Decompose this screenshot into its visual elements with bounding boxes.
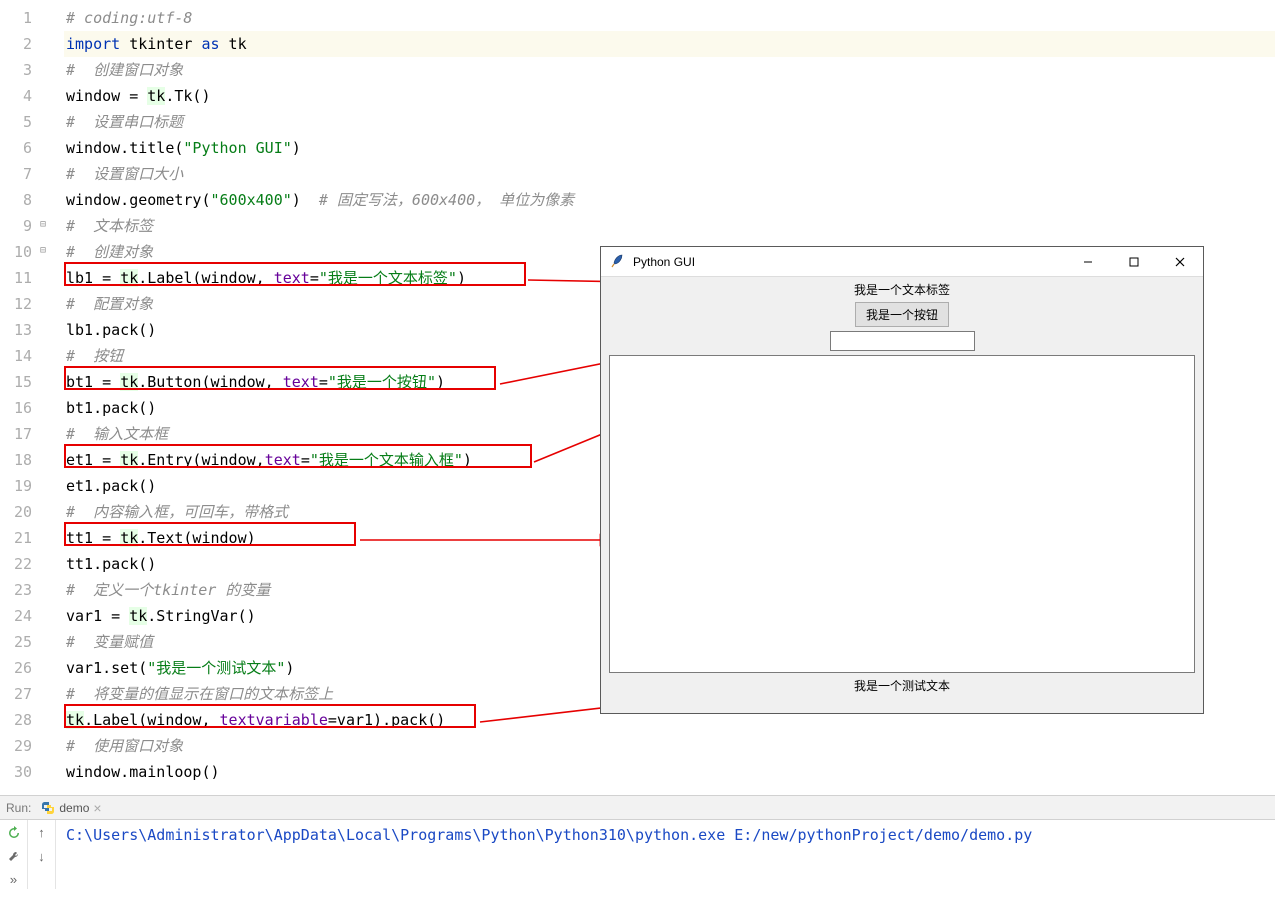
- line-number: 7: [0, 161, 32, 187]
- close-tab-icon[interactable]: ×: [93, 800, 101, 816]
- line-number: 26: [0, 655, 32, 681]
- tkinter-window[interactable]: Python GUI 我是一个文本标签 我是一个按钮 我是一个测试文本: [600, 246, 1204, 714]
- tk-window-title: Python GUI: [633, 255, 1065, 269]
- line-number: 16: [0, 395, 32, 421]
- code-line[interactable]: window.mainloop(): [64, 759, 1275, 785]
- line-number: 18: [0, 447, 32, 473]
- line-number: 21: [0, 525, 32, 551]
- code-line[interactable]: # 设置串口标题: [64, 109, 1275, 135]
- line-number: 20: [0, 499, 32, 525]
- editor-area: 1 2 3 4 5 6 7 8 9 10 11 12 13 14 15 16 1…: [0, 0, 1275, 795]
- wrench-icon[interactable]: [5, 848, 23, 866]
- up-arrow-icon[interactable]: ↑: [33, 824, 51, 842]
- line-number: 23: [0, 577, 32, 603]
- line-number: 13: [0, 317, 32, 343]
- minimize-button[interactable]: [1065, 247, 1111, 277]
- more-icon[interactable]: »: [5, 871, 23, 889]
- line-number: 17: [0, 421, 32, 447]
- console-toolbar-arrows: ↑ ↓: [28, 820, 56, 889]
- line-number: 12: [0, 291, 32, 317]
- line-number: 10: [0, 239, 32, 265]
- line-number: 29: [0, 733, 32, 759]
- tk-label: 我是一个文本标签: [854, 281, 950, 298]
- rerun-icon[interactable]: [5, 824, 23, 842]
- line-number: 25: [0, 629, 32, 655]
- run-toolbar: Run: demo ×: [0, 795, 1275, 819]
- code-line[interactable]: # 使用窗口对象: [64, 733, 1275, 759]
- console-toolbar-left: »: [0, 820, 28, 889]
- code-line[interactable]: import tkinter as tk: [64, 31, 1275, 57]
- line-number: 27: [0, 681, 32, 707]
- code-line[interactable]: # coding:utf-8: [64, 5, 1275, 31]
- line-number: 28: [0, 707, 32, 733]
- run-tab[interactable]: demo: [59, 801, 89, 815]
- line-number: 5: [0, 109, 32, 135]
- code-line[interactable]: window = tk.Tk(): [64, 83, 1275, 109]
- line-number: 3: [0, 57, 32, 83]
- console-output[interactable]: C:\Users\Administrator\AppData\Local\Pro…: [56, 820, 1275, 889]
- line-number: 24: [0, 603, 32, 629]
- line-number: 1: [0, 5, 32, 31]
- close-button[interactable]: [1157, 247, 1203, 277]
- tk-button[interactable]: 我是一个按钮: [855, 302, 949, 327]
- gutter: 1 2 3 4 5 6 7 8 9 10 11 12 13 14 15 16 1…: [0, 0, 40, 795]
- run-label: Run:: [6, 801, 31, 815]
- tk-body: 我是一个文本标签 我是一个按钮 我是一个测试文本: [601, 277, 1203, 713]
- line-number: 14: [0, 343, 32, 369]
- line-number: 22: [0, 551, 32, 577]
- line-number: 30: [0, 759, 32, 785]
- fold-column: ⊟⊟: [40, 0, 64, 795]
- tk-feather-icon: [609, 253, 627, 271]
- line-number: 4: [0, 83, 32, 109]
- down-arrow-icon[interactable]: ↓: [33, 848, 51, 866]
- line-number: 8: [0, 187, 32, 213]
- line-number: 11: [0, 265, 32, 291]
- console-panel: » ↑ ↓ C:\Users\Administrator\AppData\Loc…: [0, 819, 1275, 889]
- tk-label: 我是一个测试文本: [854, 677, 950, 694]
- code-line[interactable]: # 设置窗口大小: [64, 161, 1275, 187]
- code-line[interactable]: # 创建窗口对象: [64, 57, 1275, 83]
- line-number: 2: [0, 31, 32, 57]
- line-number: 6: [0, 135, 32, 161]
- tk-text[interactable]: [609, 355, 1195, 673]
- code-line[interactable]: # 文本标签: [64, 213, 1275, 239]
- tk-titlebar[interactable]: Python GUI: [601, 247, 1203, 277]
- line-number: 19: [0, 473, 32, 499]
- tk-entry[interactable]: [830, 331, 975, 351]
- maximize-button[interactable]: [1111, 247, 1157, 277]
- line-number: 9: [0, 213, 32, 239]
- python-icon: [41, 801, 55, 815]
- code-line[interactable]: window.geometry("600x400") # 固定写法，600x40…: [64, 187, 1275, 213]
- code-line[interactable]: window.title("Python GUI"): [64, 135, 1275, 161]
- line-number: 15: [0, 369, 32, 395]
